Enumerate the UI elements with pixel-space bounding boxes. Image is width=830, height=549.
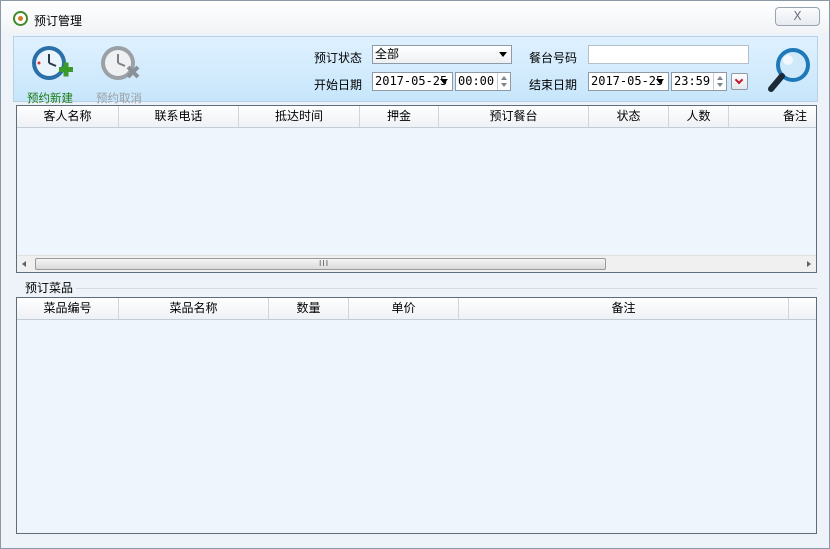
chevron-down-icon [440, 79, 448, 84]
start-date-picker[interactable]: 2017-05-25 [372, 72, 453, 91]
column-header[interactable]: 菜品名称 [119, 298, 269, 319]
start-date-value: 2017-05-25 [375, 74, 448, 88]
column-header[interactable]: 备注 [459, 298, 789, 319]
dishes-grid: 菜品编号 菜品名称 数量 单价 备注 [16, 297, 817, 534]
column-header[interactable]: 客人名称 [17, 106, 119, 127]
end-time-value: 23:59 [674, 74, 711, 88]
table-number-input[interactable] [588, 45, 749, 64]
scroll-right-icon[interactable] [807, 261, 811, 267]
start-time-stepper[interactable]: 00:00 [455, 72, 511, 91]
reservation-window: 预订管理 X 预约新建 预约取消 预订状态 全部 餐台号码 开始日期 2017-… [0, 0, 830, 549]
section-divider [76, 288, 817, 289]
start-time-value: 00:00 [458, 74, 495, 88]
new-reservation-button[interactable]: 预约新建 [18, 45, 82, 106]
clock-add-icon [32, 46, 73, 80]
status-label: 预订状态 [314, 51, 363, 65]
end-date-label: 结束日期 [529, 78, 578, 92]
column-header[interactable]: 押金 [360, 106, 439, 127]
column-header-filler [789, 298, 816, 319]
column-header[interactable]: 抵达时间 [239, 106, 360, 127]
scrollbar-thumb[interactable]: III [35, 258, 606, 270]
column-header[interactable]: 菜品编号 [17, 298, 119, 319]
column-header[interactable]: 数量 [269, 298, 349, 319]
scroll-grip: III [319, 259, 330, 268]
scroll-left-icon[interactable] [22, 261, 26, 267]
toolbar: 预约新建 预约取消 预订状态 全部 餐台号码 开始日期 2017-05-25 0… [13, 36, 818, 105]
expand-toggle-button[interactable] [731, 73, 748, 90]
start-date-label: 开始日期 [314, 78, 363, 92]
clock-remove-icon [101, 46, 140, 80]
title-bar: 预订管理 X [1, 1, 829, 33]
dishes-section-label: 预订菜品 [25, 281, 74, 295]
end-date-value: 2017-05-25 [591, 74, 664, 88]
end-date-picker[interactable]: 2017-05-25 [588, 72, 669, 91]
end-time-stepper[interactable]: 23:59 [671, 72, 727, 91]
app-logo-icon [13, 11, 28, 26]
column-header[interactable]: 人数 [669, 106, 729, 127]
horizontal-scrollbar[interactable]: III [17, 255, 816, 272]
column-header[interactable]: 备注 [729, 106, 816, 127]
reservations-grid: 客人名称 联系电话 抵达时间 押金 预订餐台 状态 人数 备注 III [16, 105, 817, 273]
cancel-reservation-label: 预约取消 [96, 91, 142, 105]
spin-arrows-icon[interactable] [713, 73, 726, 90]
table-number-label: 餐台号码 [529, 51, 578, 65]
column-header[interactable]: 单价 [349, 298, 459, 319]
chevron-down-icon [499, 52, 507, 57]
spin-arrows-icon[interactable] [497, 73, 510, 90]
cancel-reservation-button[interactable]: 预约取消 [87, 45, 151, 106]
search-icon [768, 48, 810, 92]
status-dropdown[interactable]: 全部 [372, 45, 512, 64]
column-header[interactable]: 预订餐台 [439, 106, 589, 127]
search-button[interactable] [766, 45, 814, 95]
window-title: 预订管理 [34, 14, 83, 28]
status-dropdown-value: 全部 [375, 47, 400, 61]
column-header[interactable]: 状态 [589, 106, 669, 127]
chevron-down-icon [734, 75, 744, 85]
close-button[interactable]: X [775, 7, 820, 26]
chevron-down-icon [656, 79, 664, 84]
dishes-grid-header: 菜品编号 菜品名称 数量 单价 备注 [17, 298, 816, 320]
new-reservation-label: 预约新建 [27, 91, 73, 105]
reservations-grid-header: 客人名称 联系电话 抵达时间 押金 预订餐台 状态 人数 备注 [17, 106, 816, 128]
column-header[interactable]: 联系电话 [119, 106, 239, 127]
